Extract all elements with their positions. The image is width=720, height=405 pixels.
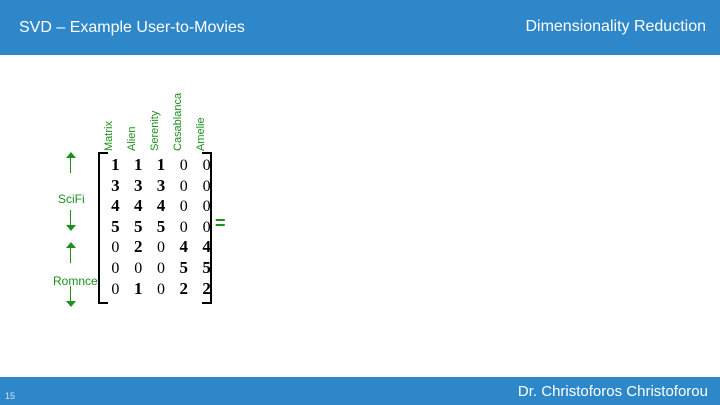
matrix-cell: 0 [156,259,165,277]
matrix-row: 00055 [104,258,218,279]
matrix-cell: 0 [179,157,188,174]
matrix-row: 33300 [104,176,218,197]
matrix-cell: 0 [179,198,188,216]
matrix-cell: 5 [202,257,211,277]
slide-title: SVD – Example User-to-Movies [19,19,245,36]
matrix-cell: 4 [133,196,143,216]
matrix-cell: 0 [156,239,165,257]
header-bar: SVD – Example User-to-Movies Dimensional… [0,0,720,55]
matrix-cell: 1 [156,155,166,174]
matrix-row: 01022 [104,279,218,300]
matrix-cell: 0 [111,259,120,277]
arrow-down-icon [65,286,77,307]
matrix-cell: 0 [156,280,165,298]
movie-label-serenity: Serenity [149,110,161,151]
movie-label-amelie: Amelie [195,117,207,151]
matrix-cell: 0 [134,259,143,277]
matrix-cell: 2 [202,278,211,298]
arrow-up-icon [65,242,77,263]
matrix-cell: 0 [111,239,120,257]
matrix-cell: 4 [179,237,189,257]
matrix-cell: 4 [156,196,166,216]
movie-label-matrix: Matrix [103,121,115,151]
page-number: 15 [5,391,16,401]
matrix-cell: 4 [111,196,120,216]
matrix-cell: 0 [179,218,188,236]
matrix-cell: 4 [202,237,211,257]
movie-label-casablanca: Casablanca [172,92,184,151]
matrix-cell: 5 [133,216,143,236]
matrix-cell: 0 [111,280,120,298]
matrix-cell: 3 [111,175,120,195]
matrix-cell: 2 [179,278,189,298]
matrix-cell: 1 [133,278,143,298]
footer-bar: 15 Dr. Christoforos Christoforou [0,377,720,405]
arrow-down-icon [65,210,77,231]
matrix-cell: 3 [133,175,143,195]
matrix-cell: 3 [156,175,166,195]
matrix-cell: 0 [202,177,211,195]
arrow-up-icon [65,152,77,173]
matrix-cell: 0 [202,157,211,174]
matrix-cell: 0 [179,177,188,195]
matrix-row: 11100 [104,155,218,176]
matrix-cell: 2 [133,237,143,257]
matrix-cell: 5 [179,257,189,277]
author-name: Dr. Christoforos Christoforou [517,383,708,400]
matrix-cell: 1 [111,155,120,174]
movie-label-alien: Alien [126,126,138,151]
section-title: Dimensionality Reduction [525,18,706,35]
equals-sign: = [215,213,226,233]
matrix-row: 55500 [104,217,218,238]
matrix-cell: 5 [156,216,166,236]
ratings-matrix: 11100 33300 44400 55500 02044 00055 0102… [104,155,218,299]
matrix-row: 02044 [104,237,218,258]
group-label-scifi: SciFi [58,192,85,206]
matrix-cell: 1 [133,155,143,174]
matrix-cell: 5 [111,216,120,236]
matrix-row: 44400 [104,196,218,217]
